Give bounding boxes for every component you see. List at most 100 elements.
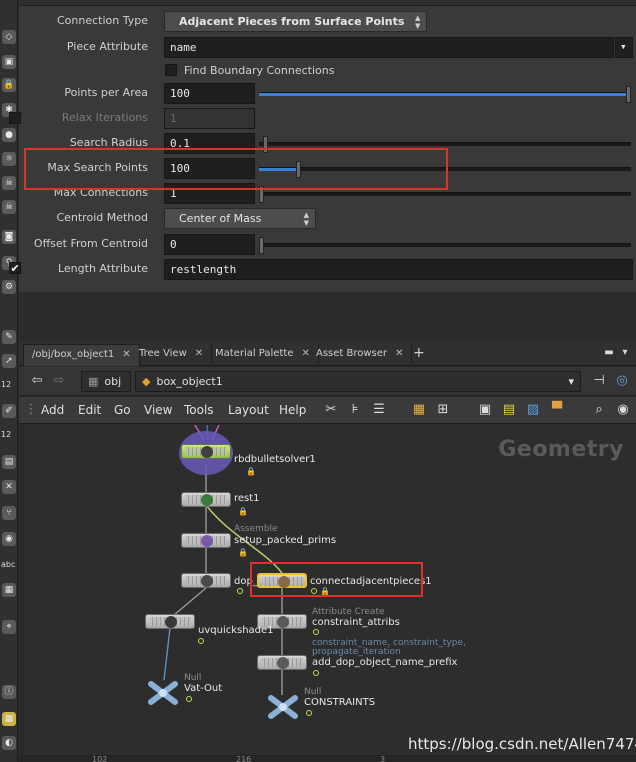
sphere-icon[interactable]: ● — [2, 128, 16, 142]
grid-icon[interactable]: ⊞ — [435, 402, 451, 418]
display-flag-icon — [313, 670, 319, 676]
centroid-method-menu[interactable]: Center of Mass ▲ ▼ — [164, 208, 316, 229]
relax-iterations-toggle[interactable] — [9, 112, 21, 124]
forward-arrow-icon[interactable]: ⇨ — [51, 373, 67, 389]
slider-handle[interactable] — [259, 237, 264, 254]
menu-add[interactable]: Add — [41, 403, 64, 417]
lock-icon: 🔒 — [246, 467, 256, 476]
length-attribute-checkbox[interactable]: ✔ — [9, 262, 21, 274]
asset-icon[interactable]: ▀ — [549, 402, 565, 418]
pin-icon[interactable]: ⊣ — [591, 373, 607, 389]
skull-icon[interactable]: ☠ — [2, 200, 16, 214]
info-icon[interactable]: ⓘ — [2, 685, 16, 699]
pen-icon[interactable]: ✎ — [2, 330, 16, 344]
sticky-note-icon[interactable]: ▤ — [501, 402, 517, 418]
cross-icon[interactable]: ✕ — [2, 480, 16, 494]
pane-tab-bar: /obj/box_object1 ✕ Tree View ✕ Material Pa… — [19, 340, 636, 366]
abc-label: abc — [1, 560, 16, 569]
node-setup-packed-prims[interactable] — [181, 533, 231, 548]
add-tab-button[interactable]: + — [405, 341, 433, 363]
chevron-down-icon[interactable]: ▾ — [615, 37, 633, 58]
node-add-dop-object-name-prefix[interactable] — [257, 655, 307, 670]
find-boundary-label: Find Boundary Connections — [184, 64, 335, 77]
pin-icon[interactable]: ⌖ — [2, 620, 16, 634]
image-icon[interactable]: ▨ — [525, 402, 541, 418]
tab-asset-browser[interactable]: Asset Browser ✕ — [308, 344, 413, 366]
node-dop[interactable] — [181, 573, 231, 588]
lock-icon[interactable]: 🔒 — [2, 78, 16, 92]
node-label: rest1 — [234, 493, 260, 504]
length-attribute-label: Length Attribute — [57, 262, 148, 275]
node-vat-out[interactable] — [146, 679, 180, 707]
link-icon[interactable]: ◎ — [614, 373, 630, 389]
tab-material-palette[interactable]: Material Palette ✕ — [207, 344, 319, 366]
close-icon[interactable]: ✕ — [195, 348, 203, 359]
brush-icon[interactable]: ✐ — [2, 404, 16, 418]
camera-icon[interactable]: ◙ — [2, 230, 16, 244]
display-flag-icon — [306, 710, 312, 716]
network-box-icon[interactable]: ▣ — [477, 402, 493, 418]
node-type-label: Attribute Create — [312, 607, 385, 617]
path-node-label: box_object1 — [156, 375, 223, 388]
close-icon[interactable]: ✕ — [122, 349, 130, 360]
node-uvquickshade1[interactable] — [145, 614, 195, 629]
pane-menu-icon[interactable]: ▾ — [617, 345, 633, 361]
search-icon[interactable]: ⌕ — [591, 402, 607, 418]
disk-icon[interactable]: ◉ — [2, 532, 16, 546]
skull-icon[interactable]: ☠ — [2, 176, 16, 190]
display-flag-icon — [186, 696, 192, 702]
offset-from-centroid-slider[interactable] — [259, 237, 631, 254]
menu-layout[interactable]: Layout — [228, 403, 269, 417]
menu-tools[interactable]: Tools — [184, 403, 214, 417]
node-constraints[interactable] — [266, 693, 300, 721]
path-segment-obj[interactable]: ▦ obj — [81, 371, 131, 392]
grid-icon[interactable]: ▦ — [2, 712, 16, 726]
param-row-points-per-area: Points per Area 100 — [19, 82, 636, 104]
wrench-icon[interactable]: ✂ — [323, 402, 339, 418]
path-segment-box-object1[interactable]: ◆ box_object1 ▾ — [135, 371, 581, 392]
network-editor: /obj/box_object1 ✕ Tree View ✕ Material Pa… — [19, 340, 636, 762]
list-icon[interactable]: ☰ — [371, 402, 387, 418]
tab-tree-view[interactable]: Tree View ✕ — [131, 344, 213, 366]
param-row-piece-attribute: Piece Attribute name ▾ — [19, 36, 636, 58]
gear-icon[interactable]: ⚙ — [2, 280, 16, 294]
light-icon[interactable]: ☼ — [2, 152, 16, 166]
points-per-area-field[interactable]: 100 — [164, 83, 255, 104]
shelf-number: 12 — [1, 430, 12, 439]
offset-from-centroid-field[interactable]: 0 — [164, 234, 255, 255]
connection-type-label: Connection Type — [56, 14, 148, 27]
slider-handle[interactable] — [626, 86, 631, 103]
tab-label: /obj/box_object1 — [32, 349, 115, 360]
maximize-icon[interactable]: ▬ — [601, 345, 617, 361]
display-flag-icon — [198, 638, 204, 644]
length-attribute-field[interactable]: restlength — [164, 259, 633, 280]
hierarchy-icon[interactable]: ⊧ — [347, 402, 363, 418]
node-type-label: Assemble — [234, 524, 278, 534]
color-palette-icon[interactable]: ▦ — [411, 402, 427, 418]
max-connections-slider[interactable] — [259, 186, 631, 203]
connection-type-menu[interactable]: Adjacent Pieces from Surface Points ▲ ▼ — [164, 11, 428, 32]
tab-obj-box-object1[interactable]: /obj/box_object1 ✕ — [23, 344, 140, 366]
back-arrow-icon[interactable]: ⇦ — [29, 373, 45, 389]
branch-icon[interactable]: ⑂ — [2, 506, 16, 520]
node-rbdbulletsolver1[interactable] — [181, 444, 231, 459]
node-rest1[interactable] — [181, 492, 231, 507]
menu-view[interactable]: View — [144, 403, 172, 417]
search-radius-slider[interactable] — [259, 136, 631, 153]
parameter-pane: Connection Type Adjacent Pieces from Sur… — [9, 0, 636, 292]
node-label: add_dop_object_name_prefix — [312, 657, 458, 668]
menu-help[interactable]: Help — [279, 403, 306, 417]
close-icon[interactable]: ✕ — [395, 348, 403, 359]
box-icon[interactable]: ▣ — [2, 55, 16, 69]
menu-go[interactable]: Go — [114, 403, 131, 417]
eye-icon[interactable]: ◐ — [2, 736, 16, 750]
points-per-area-slider[interactable] — [259, 86, 631, 103]
image-icon[interactable]: ▦ — [2, 583, 16, 597]
geometry-icon[interactable]: ◇ — [2, 30, 16, 44]
menu-edit[interactable]: Edit — [78, 403, 101, 417]
eye-icon[interactable]: ◉ — [615, 402, 631, 418]
find-boundary-checkbox[interactable] — [165, 64, 177, 76]
arrow-icon[interactable]: ➚ — [2, 354, 16, 368]
chart-icon[interactable]: ▤ — [2, 455, 16, 469]
piece-attribute-field[interactable]: name — [164, 37, 614, 58]
